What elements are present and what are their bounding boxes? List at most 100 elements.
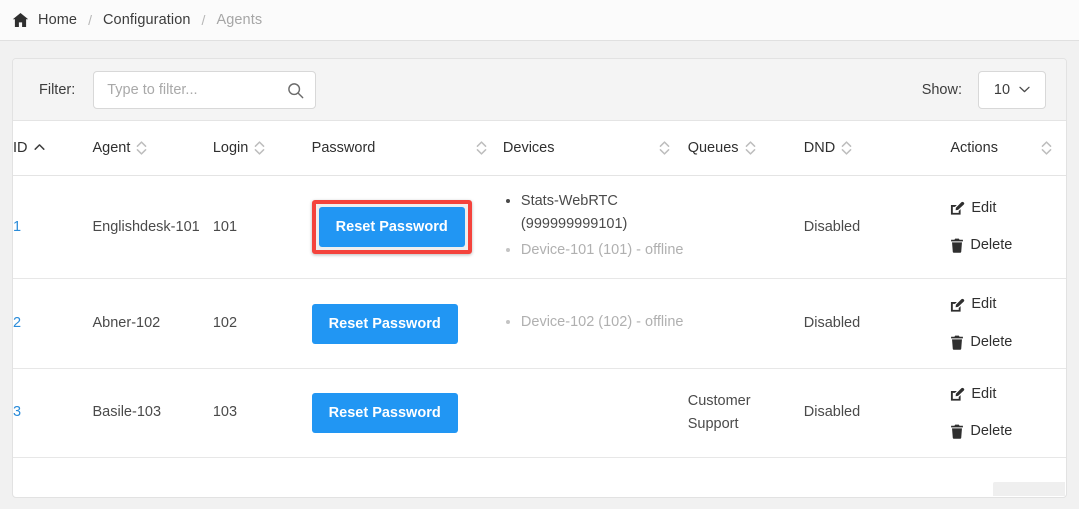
cell-login: 103 — [212, 368, 312, 459]
column-label-agent: Agent — [92, 140, 131, 156]
edit-icon — [951, 387, 965, 401]
column-header-agent[interactable]: Agent — [92, 121, 213, 176]
breadcrumb-separator: / — [201, 12, 206, 28]
show-group: Show: 10 — [921, 70, 1046, 109]
edit-button[interactable]: Edit — [950, 197, 996, 220]
breadcrumb-item-configuration[interactable]: Configuration — [103, 12, 191, 28]
agent-id-link[interactable]: 3 — [13, 404, 21, 420]
cell-login: 101 — [212, 175, 312, 280]
breadcrumb-item-agents: Agents — [216, 12, 263, 28]
sort-none-icon — [137, 141, 147, 155]
table-header-row: ID Agent Login Password Devices Queues D… — [13, 121, 1066, 176]
sort-none-icon — [745, 141, 755, 155]
search-icon[interactable] — [287, 82, 304, 99]
sort-none-icon — [476, 141, 487, 155]
reset-password-button[interactable]: Reset Password — [311, 303, 458, 344]
edit-label: Edit — [971, 385, 997, 402]
agent-id-link[interactable]: 1 — [13, 219, 21, 235]
edit-icon — [951, 202, 965, 215]
delete-button[interactable]: Delete — [950, 331, 1012, 354]
column-label-queues: Queues — [687, 140, 739, 156]
cell-password: Reset Password — [311, 175, 503, 280]
table-body: 1 Englishdesk-101 101 Reset Password Sta… — [13, 175, 1066, 459]
cell-devices: Device-102 (102) - offline — [502, 278, 688, 369]
edit-icon — [951, 298, 965, 312]
edit-label: Edit — [971, 296, 997, 313]
cell-actions: Edit Delete — [928, 175, 1066, 280]
column-header-login[interactable]: Login — [212, 121, 312, 176]
device-list: Stats-WebRTC (999999999101) Device-101 (… — [503, 190, 688, 262]
breadcrumb-item-home[interactable]: Home — [38, 12, 77, 28]
cell-password: Reset Password — [311, 278, 503, 369]
edit-label: Edit — [971, 200, 997, 217]
cell-dnd: Disabled — [803, 175, 929, 280]
column-header-dnd[interactable]: DND — [803, 121, 929, 176]
breadcrumb-separator: / — [88, 12, 92, 28]
delete-label: Delete — [970, 423, 1013, 440]
cell-id: 1 — [13, 175, 93, 280]
trash-icon — [951, 335, 964, 350]
column-label-password: Password — [311, 140, 376, 156]
cell-devices — [502, 368, 688, 459]
delete-label: Delete — [970, 237, 1013, 254]
sort-none-icon — [254, 141, 265, 155]
table-toolbar: Filter: Show: 10 — [13, 59, 1066, 121]
reset-password-wrap: Reset Password — [311, 303, 458, 344]
table-head: ID Agent Login Password Devices Queues D… — [13, 121, 1066, 176]
cell-agent: Basile-103 — [92, 368, 213, 459]
column-header-id[interactable]: ID — [13, 121, 93, 176]
column-header-queues[interactable]: Queues — [687, 121, 804, 176]
column-label-id: ID — [13, 140, 28, 156]
page-size-select[interactable]: 10 — [978, 70, 1046, 109]
cell-id: 3 — [13, 368, 93, 459]
list-item: Device-101 (101) - offline — [503, 239, 688, 262]
cell-dnd: Disabled — [803, 368, 929, 459]
cell-agent: Englishdesk-101 — [92, 175, 213, 280]
edit-button[interactable]: Edit — [950, 293, 996, 316]
list-item: Device-102 (102) - offline — [503, 311, 688, 334]
reset-password-button[interactable]: Reset Password — [311, 393, 458, 434]
table-row: 1 Englishdesk-101 101 Reset Password Sta… — [13, 175, 1066, 280]
cell-login: 102 — [212, 278, 312, 369]
reset-password-button[interactable]: Reset Password — [318, 207, 465, 248]
trash-icon — [951, 238, 964, 254]
column-header-devices[interactable]: Devices — [502, 121, 688, 176]
trash-icon — [951, 424, 964, 439]
sort-asc-icon — [33, 144, 45, 150]
edit-button[interactable]: Edit — [950, 383, 996, 406]
column-label-login: Login — [212, 140, 249, 156]
cell-actions: Edit Delete — [928, 278, 1066, 369]
cell-dnd: Disabled — [803, 278, 929, 369]
reset-password-highlight: Reset Password — [311, 200, 472, 255]
search-input[interactable] — [94, 71, 285, 108]
cell-queues: Customer Support — [687, 368, 804, 459]
column-label-dnd: DND — [803, 140, 836, 156]
sort-none-icon — [841, 141, 852, 155]
device-list: Device-102 (102) - offline — [503, 311, 688, 334]
chevron-down-icon — [1019, 86, 1030, 93]
cell-agent: Abner-102 — [92, 278, 213, 369]
table-row: 3 Basile-103 103 Reset Password Customer… — [13, 368, 1066, 459]
filter-label: Filter: — [39, 81, 76, 98]
cell-actions: Edit Delete — [928, 368, 1066, 459]
column-label-actions: Actions — [950, 140, 998, 156]
breadcrumb: Home / Configuration / Agents — [0, 0, 1079, 41]
column-header-password[interactable]: Password — [311, 121, 503, 176]
delete-button[interactable]: Delete — [950, 420, 1012, 443]
show-label: Show: — [921, 81, 962, 98]
reset-password-wrap: Reset Password — [311, 393, 458, 434]
cell-devices: Stats-WebRTC (999999999101) Device-101 (… — [502, 175, 688, 280]
column-header-actions[interactable]: Actions — [928, 121, 1066, 176]
cell-queues — [687, 278, 804, 369]
agents-table: ID Agent Login Password Devices Queues D… — [13, 121, 1066, 459]
delete-button[interactable]: Delete — [950, 234, 1012, 257]
agent-id-link[interactable]: 2 — [13, 315, 21, 331]
agents-card: Filter: Show: 10 — [12, 58, 1067, 498]
filter-group: Filter: — [39, 70, 317, 109]
cell-password: Reset Password — [311, 368, 503, 459]
home-icon — [12, 13, 29, 27]
delete-label: Delete — [970, 333, 1013, 350]
filter-box[interactable] — [93, 70, 317, 109]
cell-queues — [687, 175, 804, 280]
page-size-value: 10 — [993, 81, 1011, 98]
